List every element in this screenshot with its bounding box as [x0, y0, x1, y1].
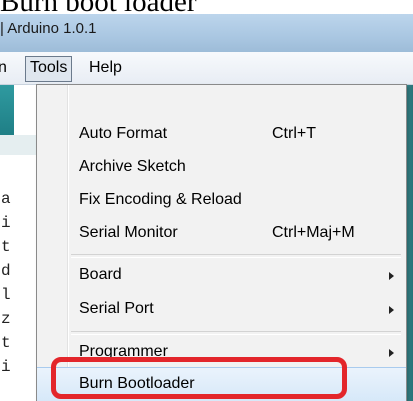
shortcut-label: Ctrl+Maj+M [272, 224, 355, 241]
shortcut-label: Ctrl+T [272, 125, 316, 142]
window-titlebar[interactable]: | Arduino 1.0.1 [0, 14, 413, 53]
menu-item-label: Auto Format [79, 125, 168, 142]
menu-item-label: Serial Port [79, 300, 154, 317]
menu-item-label: Serial Monitor [79, 224, 178, 241]
menu-item-partial[interactable]: n [0, 56, 7, 80]
caption-text: Burn boot loader [0, 0, 197, 18]
submenu-arrow-icon [389, 349, 394, 357]
menu-bar: n Tools Help [0, 52, 413, 85]
code-char: l [1, 286, 11, 304]
code-char: t [1, 238, 11, 256]
menu-item-archive-sketch[interactable]: Archive Sketch [37, 151, 406, 185]
toolbar-strip [0, 85, 14, 135]
code-char: i [1, 358, 11, 376]
menu-item-fix-encoding[interactable]: Fix Encoding & Reload [37, 184, 406, 218]
menu-tools[interactable]: Tools [25, 56, 73, 82]
code-char: t [1, 334, 11, 352]
code-char: z [1, 310, 11, 328]
menu-item-label: Fix Encoding & Reload [79, 191, 242, 208]
menu-item-label: Board [79, 266, 122, 283]
screenshot: | Arduino 1.0.1 Burn boot loader n Tools… [0, 0, 413, 401]
window-title: | Arduino 1.0.1 [0, 20, 97, 37]
menu-separator [71, 254, 401, 258]
menu-item-serial-monitor[interactable]: Serial Monitor Ctrl+Maj+M [37, 217, 406, 251]
tab-strip [0, 135, 36, 155]
code-char: a [1, 190, 11, 208]
menu-separator [71, 331, 401, 335]
highlight-annotation [51, 357, 347, 399]
submenu-arrow-icon [389, 272, 394, 280]
menu-item-board[interactable]: Board [37, 259, 406, 293]
menu-item-label: Archive Sketch [79, 158, 186, 175]
menu-item-serial-port[interactable]: Serial Port [37, 293, 406, 327]
code-char: d [1, 262, 11, 280]
menu-help[interactable]: Help [89, 56, 122, 80]
window-edge [406, 85, 413, 401]
menu-item-auto-format[interactable]: Auto Format Ctrl+T [37, 118, 406, 152]
code-char: i [1, 214, 11, 232]
submenu-arrow-icon [389, 306, 394, 314]
tools-dropdown-menu: Auto Format Ctrl+T Archive Sketch Fix En… [36, 84, 407, 401]
